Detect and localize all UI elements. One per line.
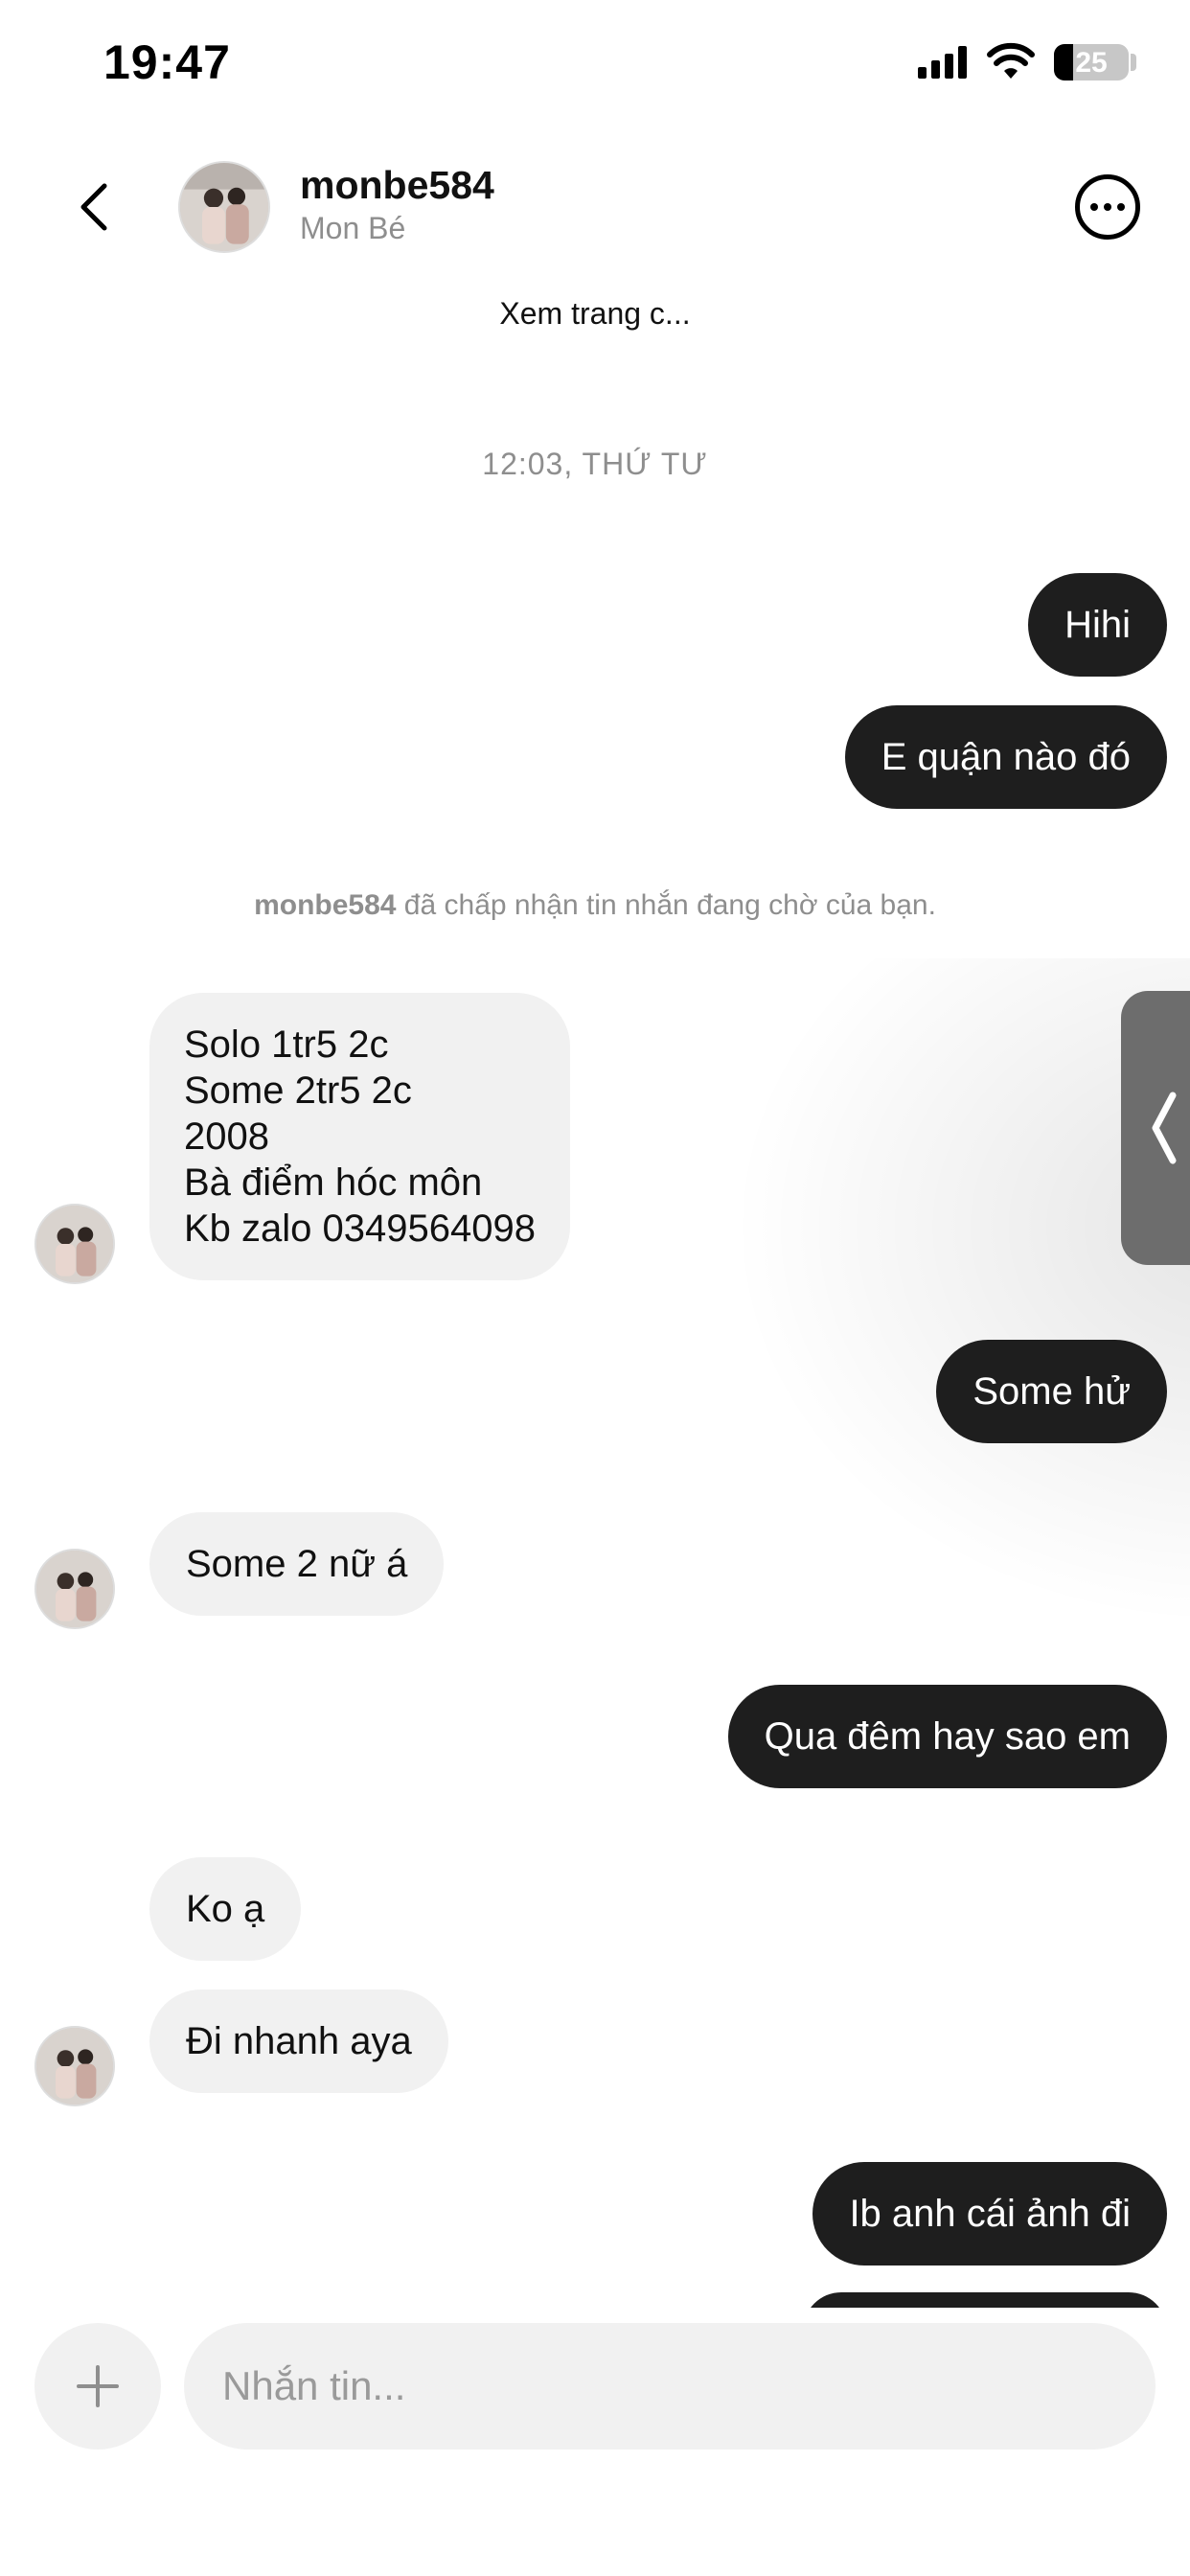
message-bubble-received[interactable]: Ko ạ	[149, 1857, 302, 1961]
more-options-button[interactable]	[1075, 174, 1140, 240]
system-note-user: monbe584	[254, 889, 397, 921]
sender-avatar[interactable]	[34, 1204, 115, 1284]
add-attachment-button[interactable]	[34, 2323, 161, 2450]
avatar-photo	[180, 163, 268, 251]
sender-avatar[interactable]	[34, 1549, 115, 1629]
message-bubble-received[interactable]: Some 2 nữ á	[149, 1512, 445, 1616]
chevron-left-icon	[80, 183, 107, 231]
dot-icon	[1117, 203, 1125, 211]
chat-username[interactable]: monbe584	[300, 163, 494, 208]
avatar-photo	[36, 1206, 113, 1282]
message-bubble-sent[interactable]: E quận nào đó	[844, 705, 1167, 809]
side-panel-handle[interactable]	[1121, 991, 1190, 1265]
battery-tip	[1131, 54, 1136, 71]
wifi-icon	[987, 42, 1035, 79]
sender-avatar[interactable]	[34, 2026, 115, 2106]
message-bubble-sent[interactable]: Some hử	[936, 1340, 1167, 1443]
status-bar: 19:47 25	[0, 0, 1190, 134]
conversation-timestamp: 12:03, THỨ TƯ	[482, 447, 708, 481]
message-input[interactable]	[184, 2323, 1156, 2450]
battery-icon: 25	[1054, 44, 1129, 80]
system-note-text: đã chấp nhận tin nhắn đang chờ của bạn.	[396, 889, 936, 921]
status-time: 19:47	[103, 35, 231, 89]
view-profile-link[interactable]: Xem trang c...	[0, 296, 1190, 332]
avatar[interactable]	[178, 161, 270, 253]
battery-percent: 25	[1075, 47, 1108, 79]
message-bubble-sent[interactable]: Ib anh cái ảnh đi	[812, 2162, 1167, 2266]
chevron-left-icon	[1152, 1092, 1177, 1164]
message-bubble-received[interactable]: Solo 1tr5 2c Some 2tr5 2c 2008 Bà điểm h…	[149, 993, 570, 1280]
cellular-signal-icon	[918, 46, 967, 79]
avatar-photo	[36, 2028, 113, 2104]
dot-icon	[1104, 203, 1111, 211]
plus-icon	[77, 2365, 119, 2407]
message-bubble-received[interactable]: Đi nhanh aya	[149, 1990, 448, 2093]
back-button[interactable]	[63, 172, 125, 242]
dot-icon	[1090, 203, 1098, 211]
message-bubble-sent[interactable]: Qua đêm hay sao em	[727, 1685, 1167, 1788]
message-bubble-sent[interactable]: Hihi	[1028, 573, 1167, 677]
system-note: monbe584 đã chấp nhận tin nhắn đang chờ …	[0, 889, 1190, 922]
chat-fullname: Mon Bé	[300, 211, 406, 245]
avatar-photo	[36, 1551, 113, 1627]
